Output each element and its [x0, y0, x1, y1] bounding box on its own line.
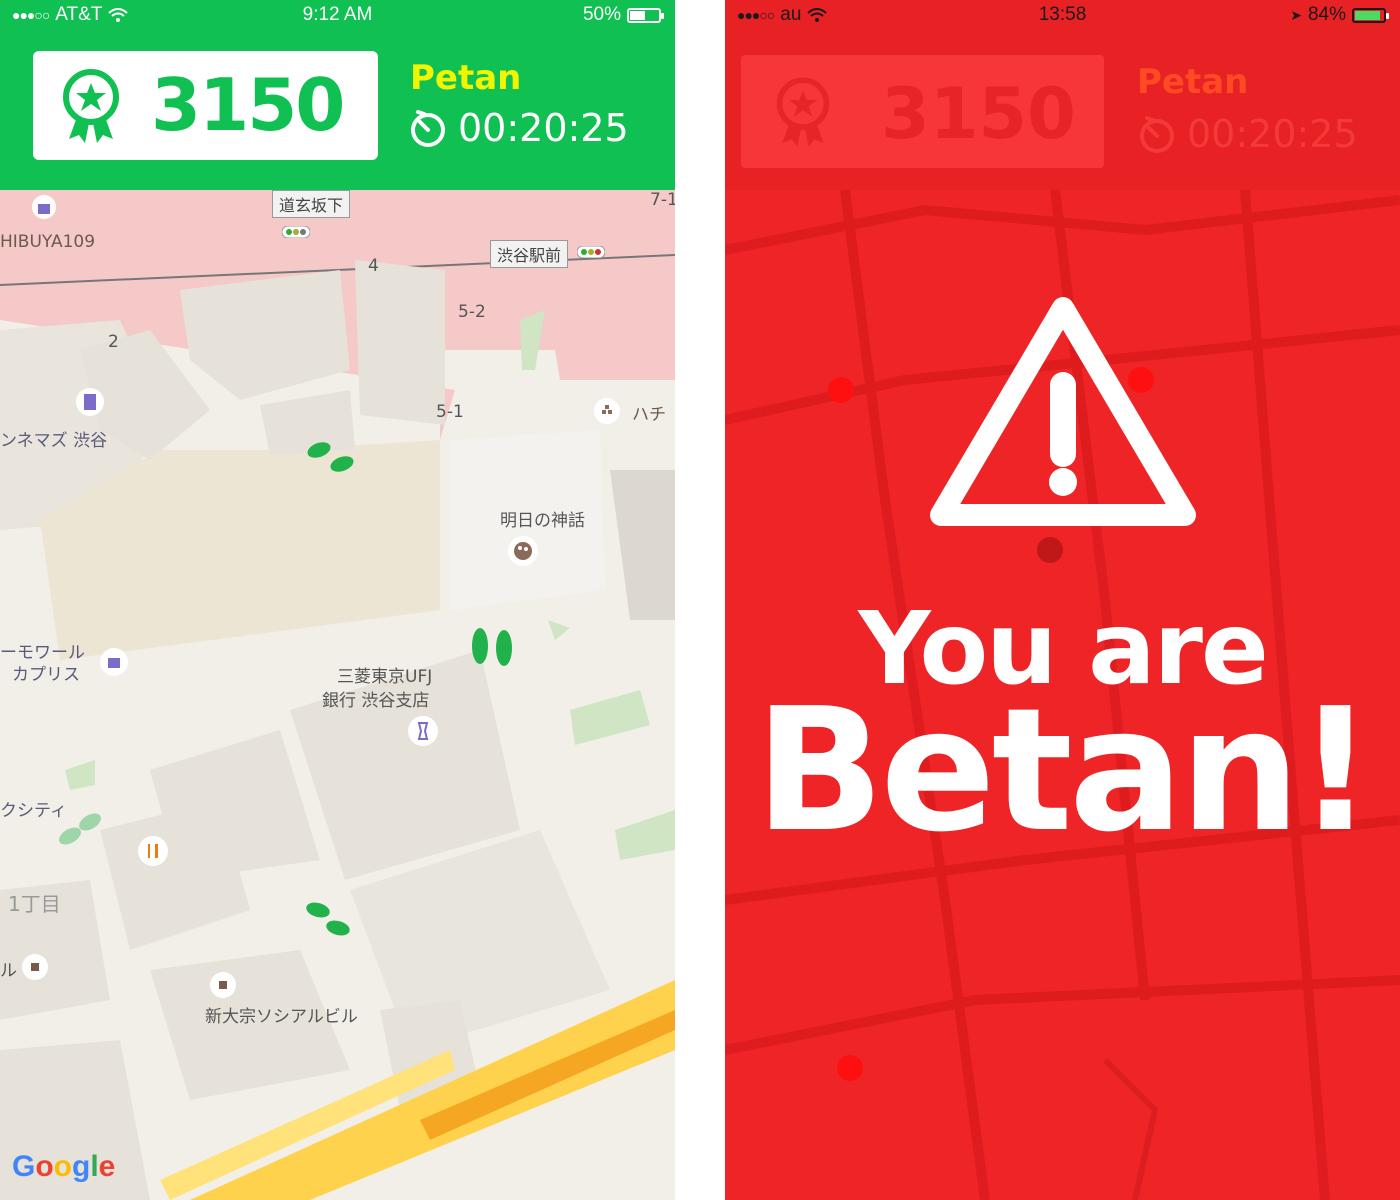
- shopping-icon[interactable]: [32, 195, 56, 219]
- map-label-myth: 明日の神話: [500, 511, 585, 531]
- battery-fill: [630, 10, 645, 20]
- map-label-hachi: ハチ: [632, 405, 666, 425]
- score-value: 3150: [151, 63, 345, 147]
- map-label-2: 2: [108, 332, 119, 352]
- restaurant-icon[interactable]: [138, 836, 168, 866]
- footprints-icon: [306, 902, 350, 936]
- battery-percent: 50%: [582, 4, 621, 25]
- location-icon: ➤: [1290, 6, 1302, 23]
- map-label-5-2: 5-2: [458, 302, 486, 322]
- map-label-cinema: ンネマズ 渋谷: [0, 431, 108, 451]
- map-view[interactable]: 道玄坂下 渋谷駅前 HIBUYA109 4 2 5-2 5-1 7-1 ンネマズ…: [0, 190, 675, 1200]
- map-sign-shibuya-station: 渋谷駅前: [490, 240, 569, 268]
- traffic-light-icon: [577, 246, 605, 258]
- timer-value: 00:20:25: [458, 106, 629, 150]
- battery-percent: 84%: [1307, 4, 1346, 25]
- faded-timer: 00:20:25: [1137, 112, 1358, 156]
- battery-icon: [627, 7, 664, 23]
- shopping-icon[interactable]: [100, 648, 128, 676]
- timer: 00:20:25: [408, 106, 629, 150]
- status-bar: ●●●○○ AT&T 9:12 AM 50%: [0, 0, 675, 30]
- left-screen: 道玄坂下 渋谷駅前 HIBUYA109 4 2 5-2 5-1 7-1 ンネマズ…: [0, 0, 675, 1200]
- medal-icon: [776, 77, 830, 147]
- message-line-2: Betan!: [754, 672, 1374, 870]
- marker-dot: [1037, 537, 1063, 563]
- faded-player-name: Petan: [1137, 62, 1249, 102]
- battery-fill: [1355, 10, 1381, 20]
- landmark-icon[interactable]: [594, 398, 620, 424]
- marker-dot: [837, 1055, 863, 1081]
- map-label-shibuya109: HIBUYA109: [0, 232, 96, 252]
- stopwatch-icon: [411, 110, 445, 147]
- map-label-5-1: 5-1: [436, 402, 464, 422]
- faded-score-value: 3150: [881, 73, 1076, 155]
- footprints-icon: [59, 813, 101, 845]
- google-logo-e: e: [98, 1150, 116, 1183]
- place-icon[interactable]: [210, 972, 236, 998]
- faded-game-header: ●●●○○ au 13:58 ➤ 84% 3150 Petan 00:20:25: [725, 0, 1400, 190]
- player-name: Petan: [410, 58, 522, 98]
- bank-icon[interactable]: [408, 716, 438, 746]
- google-logo-o1: o: [35, 1150, 54, 1183]
- map-label-7-1: 7-1: [650, 190, 675, 210]
- google-logo-l: l: [90, 1150, 99, 1183]
- marker-dot: [828, 377, 854, 403]
- map-sign-dogenzaka: 道玄坂下: [272, 190, 351, 218]
- medal-icon: [63, 69, 119, 143]
- warning-icon: [930, 297, 1196, 526]
- stopwatch-icon: [1140, 116, 1174, 153]
- map-label-capris-2: カプリス: [12, 665, 80, 685]
- map-label-chome: 1丁目: [8, 892, 61, 916]
- cinema-icon[interactable]: [76, 388, 104, 416]
- map-label-ru: ル: [0, 961, 17, 981]
- footprints-icon: [307, 442, 354, 472]
- battery-icon: [1352, 7, 1389, 23]
- art-icon[interactable]: [508, 536, 538, 566]
- game-header: ●●●○○ AT&T 9:12 AM 50% 3150 Petan 00:20:2…: [0, 0, 675, 190]
- map-label-4: 4: [368, 256, 379, 276]
- google-logo: Google: [12, 1150, 115, 1184]
- status-bar: ●●●○○ au 13:58 ➤ 84%: [725, 0, 1400, 30]
- google-logo-g2: g: [72, 1150, 91, 1183]
- place-icon[interactable]: [22, 954, 48, 980]
- traffic-light-icon: [282, 226, 310, 238]
- google-logo-o2: o: [53, 1150, 72, 1183]
- faded-timer-value: 00:20:25: [1187, 112, 1358, 156]
- status-time: 9:12 AM: [302, 4, 373, 25]
- faded-score-card: 3150: [741, 55, 1104, 168]
- score-card: 3150: [33, 51, 378, 160]
- footprints-icon: [472, 628, 512, 666]
- google-logo-g: G: [12, 1150, 36, 1183]
- map-label-bank-2: 銀行 渋谷支店: [322, 691, 430, 711]
- right-screen: ●●●○○au 13:58 ➤84% 3150 Petan 00:20:25: [725, 0, 1400, 1200]
- map-label-building: 新大宗ソシアルビル: [205, 1007, 358, 1027]
- map-label-bank-1: 三菱東京UFJ: [337, 667, 433, 687]
